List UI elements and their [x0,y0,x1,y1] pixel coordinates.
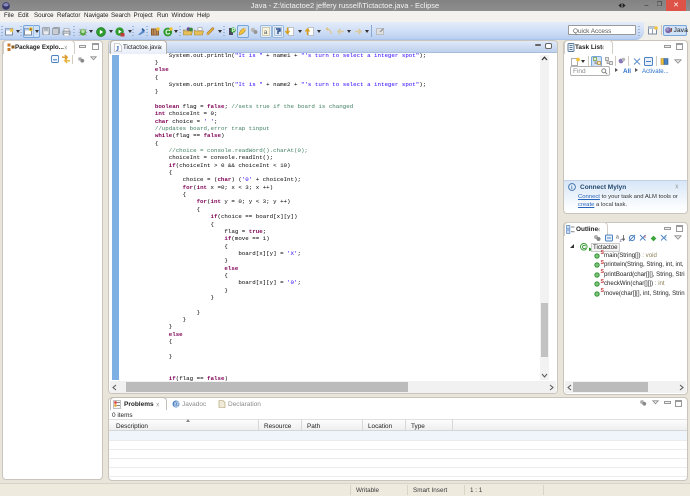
svg-text:J: J [116,45,120,51]
svg-text:J: J [670,28,673,34]
svg-text:L: L [665,235,667,239]
svg-text:@: @ [174,402,180,408]
svg-text:C: C [165,29,170,36]
svg-text:C: C [582,245,586,251]
svg-text:a: a [264,29,268,36]
svg-text:S: S [644,235,647,239]
